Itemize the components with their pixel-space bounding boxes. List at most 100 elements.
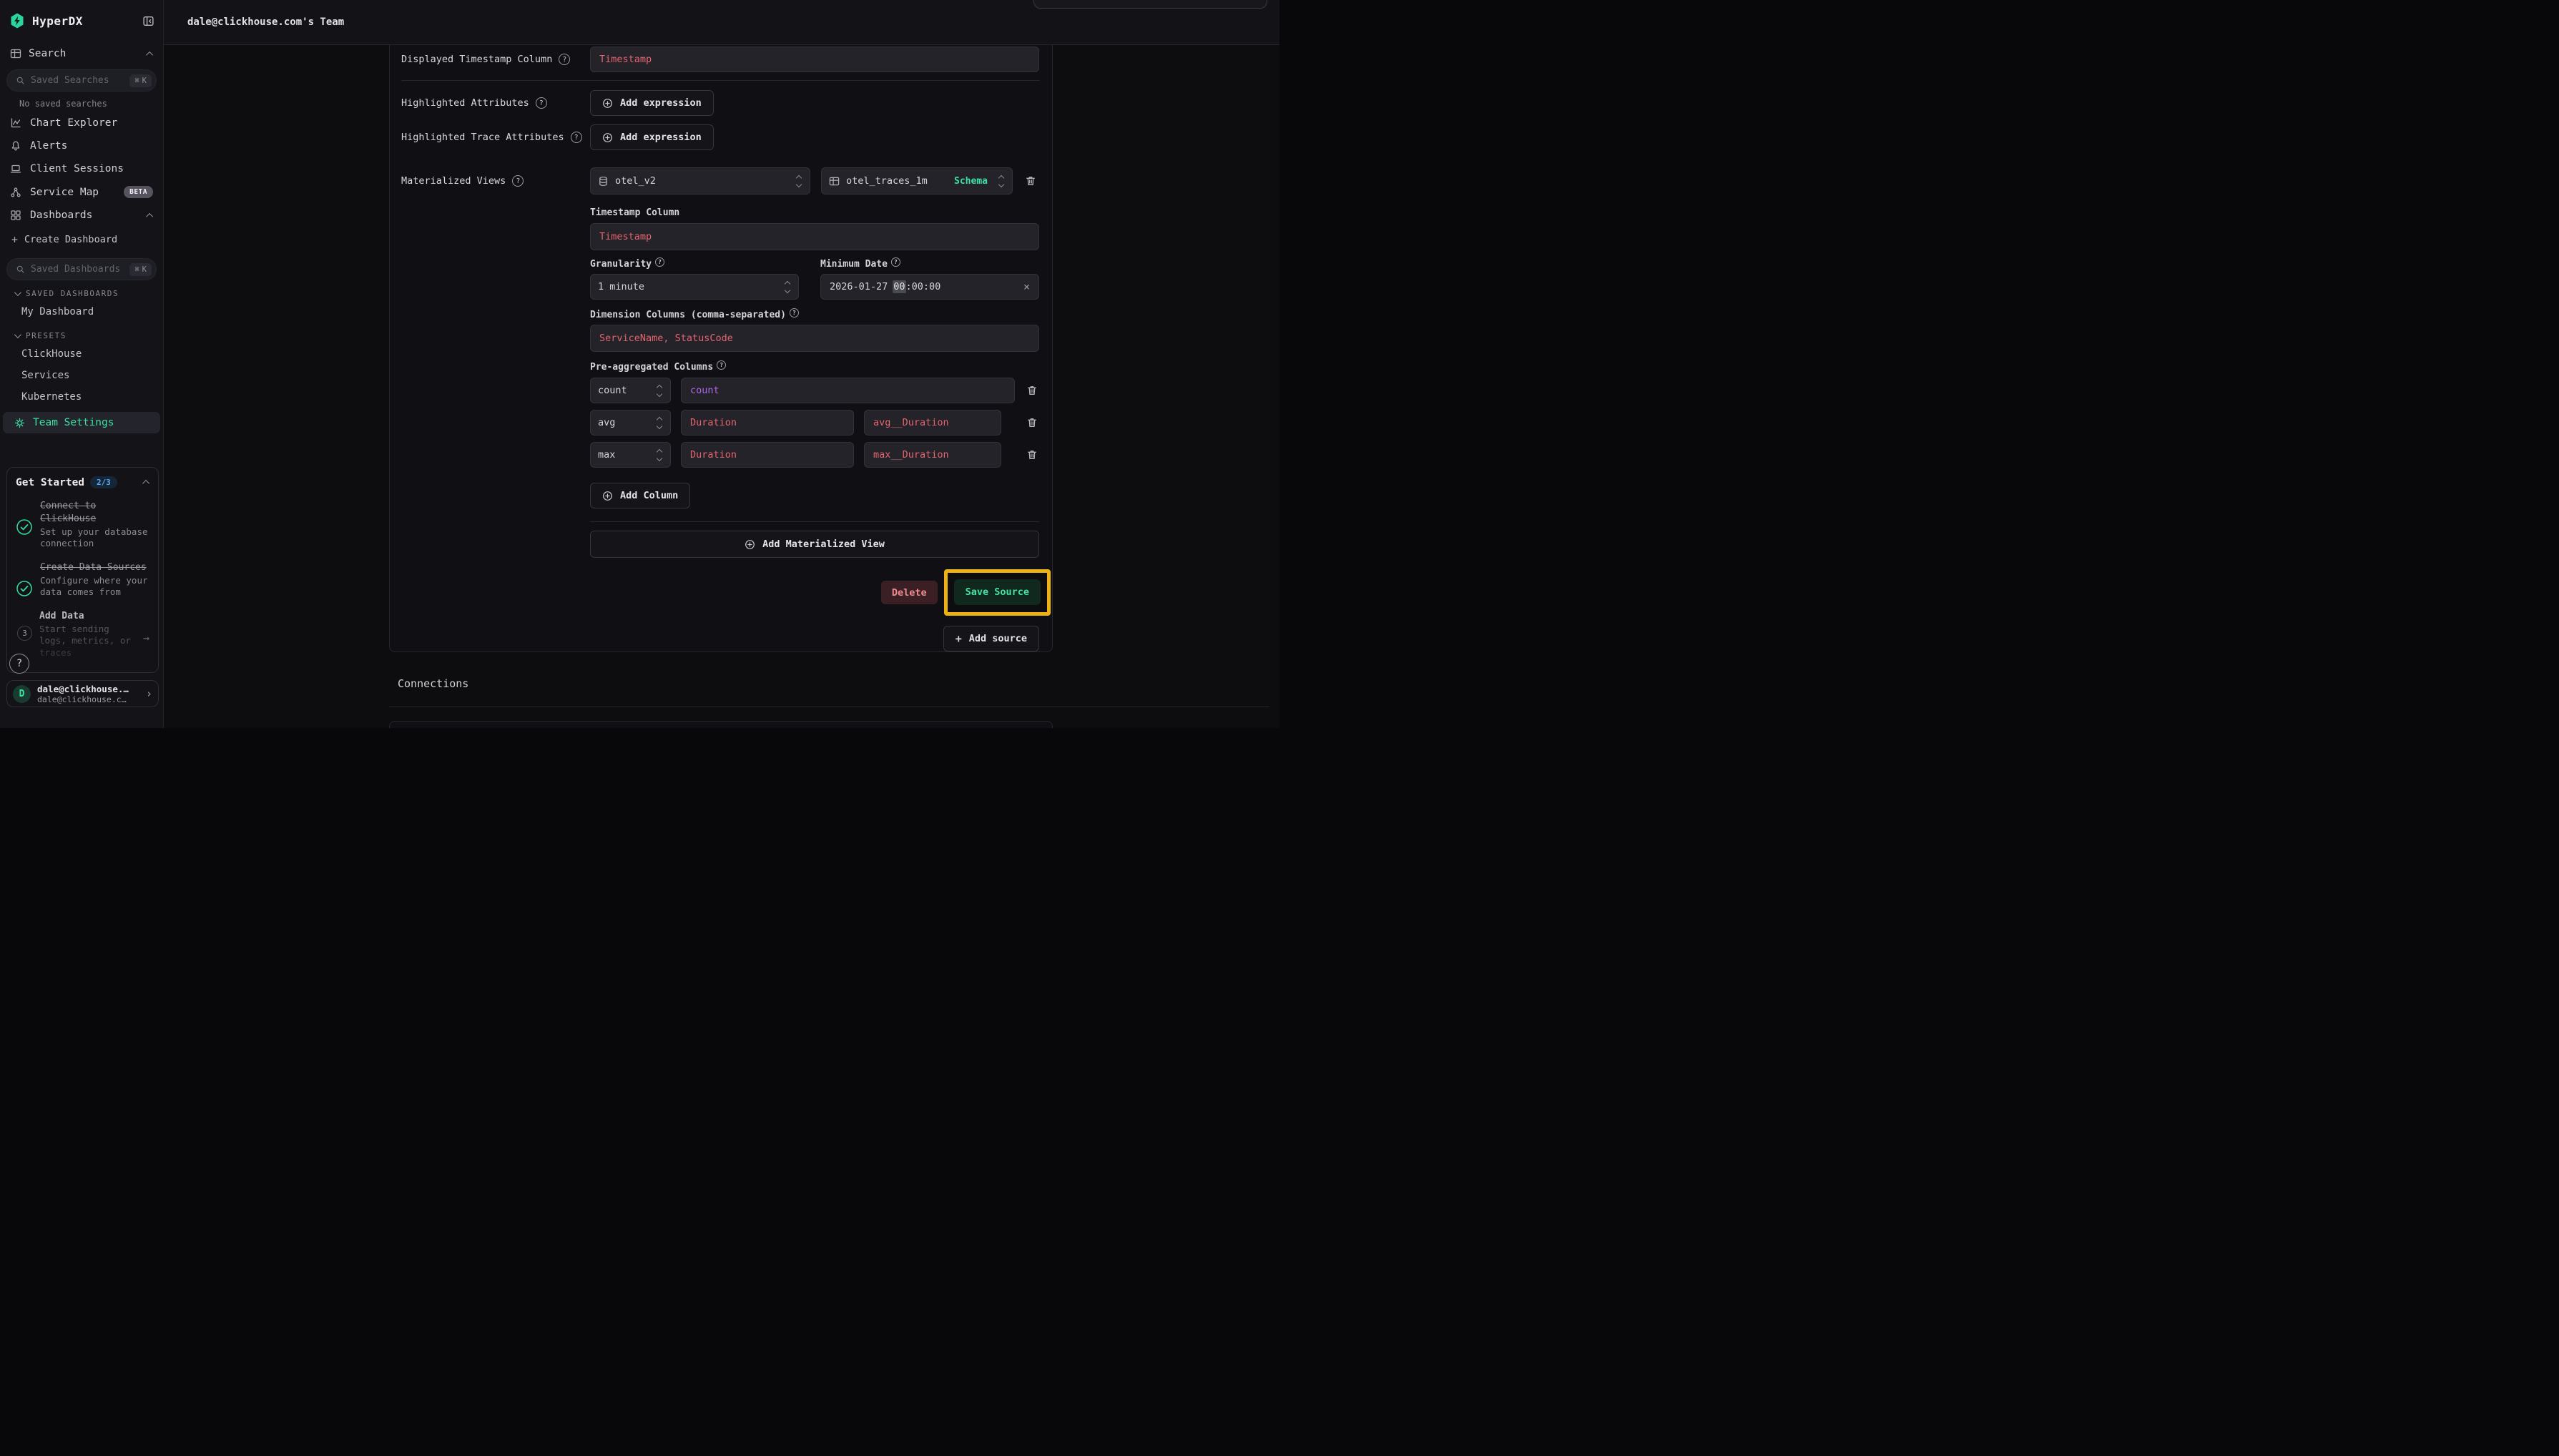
sidebar-nav: Chart Explorer Alerts Client Sessions Se…	[0, 112, 163, 227]
shortcut-badge: ⌘K	[129, 74, 152, 87]
help-circle-icon[interactable]: ?	[655, 257, 664, 267]
preagg-column-input[interactable]: Duration	[681, 442, 854, 468]
task-connect-clickhouse[interactable]: Connect to ClickHouse Set up your databa…	[16, 500, 149, 550]
create-dashboard-button[interactable]: + Create Dashboard	[0, 227, 163, 252]
delete-row-button[interactable]	[1025, 415, 1039, 430]
help-circle-icon[interactable]: ?	[571, 132, 582, 143]
row-highlighted-attributes: Highlighted Attributes ? Add expression	[401, 90, 1040, 116]
sidebar: HyperDX Search Saved Searches ⌘K No save…	[0, 0, 164, 728]
help-circle-icon[interactable]: ?	[559, 54, 570, 65]
sidebar-item-client-sessions[interactable]: Client Sessions	[0, 157, 163, 180]
plus-circle-icon	[602, 132, 613, 143]
beta-badge: BETA	[124, 186, 153, 198]
table-select[interactable]: otel_traces_1m Schema	[821, 167, 1013, 195]
main-area: Displayed Timestamp Column ? Timestamp H…	[164, 45, 1280, 728]
help-button[interactable]: ?	[9, 654, 29, 674]
dashboards-grid-icon	[10, 210, 21, 221]
user-name: dale@clickhouse.…	[37, 684, 139, 694]
plus-circle-icon	[602, 491, 613, 501]
sidebar-item-my-dashboard[interactable]: My Dashboard	[0, 301, 163, 323]
highlighted-attributes-label: Highlighted Attributes	[401, 97, 529, 109]
database-icon	[598, 176, 609, 187]
add-expression-button[interactable]: Add expression	[590, 124, 714, 150]
help-circle-icon[interactable]: ?	[790, 308, 799, 318]
arrow-right-icon: →	[143, 631, 149, 659]
content-region: dale@clickhouse.com's Team Displayed Tim…	[164, 0, 1280, 728]
connections-card	[389, 721, 1053, 728]
saved-dashboards-input[interactable]: Saved Dashboards ⌘K	[6, 258, 157, 280]
clear-date-icon[interactable]: ×	[1023, 280, 1030, 293]
user-account-card[interactable]: D dale@clickhouse.… dale@clickhouse.c… ›	[6, 680, 159, 707]
delete-source-button[interactable]: Delete	[881, 581, 938, 604]
save-source-button[interactable]: Save Source	[954, 579, 1041, 605]
saved-searches-input[interactable]: Saved Searches ⌘K	[6, 69, 157, 92]
aggregate-fn-select[interactable]: count	[590, 378, 671, 403]
plus-icon: +	[956, 632, 962, 645]
delete-materialized-view-button[interactable]	[1023, 174, 1038, 188]
hyperdx-logo-icon	[9, 12, 26, 29]
timestamp-column-label: Timestamp Column	[590, 207, 1039, 218]
sidebar-item-clickhouse[interactable]: ClickHouse	[0, 343, 163, 365]
sidebar-item-service-map[interactable]: Service Map BETA	[0, 180, 163, 204]
gear-icon	[14, 418, 25, 428]
database-select[interactable]: otel_v2	[590, 167, 810, 195]
select-chevrons-icon	[657, 385, 663, 396]
group-saved-dashboards[interactable]: SAVED DASHBOARDS	[0, 280, 163, 301]
sidebar-item-kubernetes[interactable]: Kubernetes	[0, 386, 163, 408]
plus-circle-icon	[602, 98, 613, 109]
search-section-label: Search	[29, 48, 66, 59]
sidebar-item-services[interactable]: Services	[0, 365, 163, 386]
sidebar-item-team-settings[interactable]: Team Settings	[3, 412, 160, 433]
command-icon: ⌘	[134, 77, 139, 85]
service-map-icon	[10, 187, 21, 198]
granularity-select[interactable]: 1 minute	[590, 274, 799, 300]
add-expression-button[interactable]: Add expression	[590, 90, 714, 116]
aggregate-fn-select[interactable]: max	[590, 442, 671, 468]
preagg-column-input[interactable]: Duration	[681, 410, 854, 436]
schema-link[interactable]: Schema	[954, 176, 988, 187]
task-create-data-sources[interactable]: Create Data Sources Configure where your…	[16, 561, 149, 599]
preagg-alias-input[interactable]: avg__Duration	[864, 410, 1001, 436]
select-chevrons-icon	[999, 176, 1005, 187]
sidebar-header: HyperDX	[0, 0, 163, 35]
sidebar-item-alerts[interactable]: Alerts	[0, 134, 163, 157]
sidebar-item-dashboards[interactable]: Dashboards	[0, 204, 163, 227]
sidebar-item-chart-explorer[interactable]: Chart Explorer	[0, 112, 163, 134]
add-source-button[interactable]: + Add source	[943, 626, 1039, 651]
topbar-floating-element	[1033, 0, 1267, 9]
get-started-header[interactable]: Get Started 2/3	[16, 476, 149, 488]
plus-icon: +	[11, 233, 18, 246]
bell-icon	[10, 140, 21, 152]
sidebar-collapse-button[interactable]	[142, 15, 154, 27]
progress-badge: 2/3	[90, 476, 117, 488]
displayed-timestamp-input[interactable]: Timestamp	[590, 46, 1039, 72]
preagg-column-input[interactable]: count	[681, 378, 1015, 403]
help-circle-icon[interactable]: ?	[891, 257, 900, 267]
shortcut-badge: ⌘K	[129, 263, 152, 276]
group-presets[interactable]: PRESETS	[0, 323, 163, 343]
materialized-views-label: Materialized Views	[401, 175, 506, 187]
aggregate-fn-select[interactable]: avg	[590, 410, 671, 436]
minimum-date-input[interactable]: 2026-01-27 00 :00:00 ×	[820, 274, 1039, 300]
displayed-timestamp-label: Displayed Timestamp Column	[401, 54, 552, 65]
help-circle-icon[interactable]: ?	[717, 360, 726, 370]
saved-dashboards-placeholder: Saved Dashboards	[31, 264, 124, 275]
preagg-alias-input[interactable]: max__Duration	[864, 442, 1001, 468]
search-icon	[16, 76, 25, 85]
help-circle-icon[interactable]: ?	[536, 97, 547, 109]
delete-row-button[interactable]	[1025, 383, 1039, 398]
help-circle-icon[interactable]: ?	[512, 175, 524, 187]
delete-row-button[interactable]	[1025, 448, 1039, 462]
preagg-row: max Duration max__Duration	[590, 442, 1039, 468]
get-started-title: Get Started	[16, 477, 84, 488]
search-results-table-icon	[10, 48, 21, 59]
task-add-data[interactable]: 3 Add Data Start sending logs, metrics, …	[16, 610, 149, 659]
check-circle-icon	[16, 580, 33, 597]
mv-timestamp-input[interactable]: Timestamp	[590, 223, 1039, 250]
select-chevrons-icon	[657, 418, 663, 428]
add-column-button[interactable]: Add Column	[590, 483, 690, 508]
add-materialized-view-button[interactable]: Add Materialized View	[590, 531, 1039, 558]
chevron-down-icon	[14, 331, 21, 338]
dimension-columns-input[interactable]: ServiceName, StatusCode	[590, 325, 1039, 352]
sidebar-section-search[interactable]: Search	[0, 35, 163, 64]
